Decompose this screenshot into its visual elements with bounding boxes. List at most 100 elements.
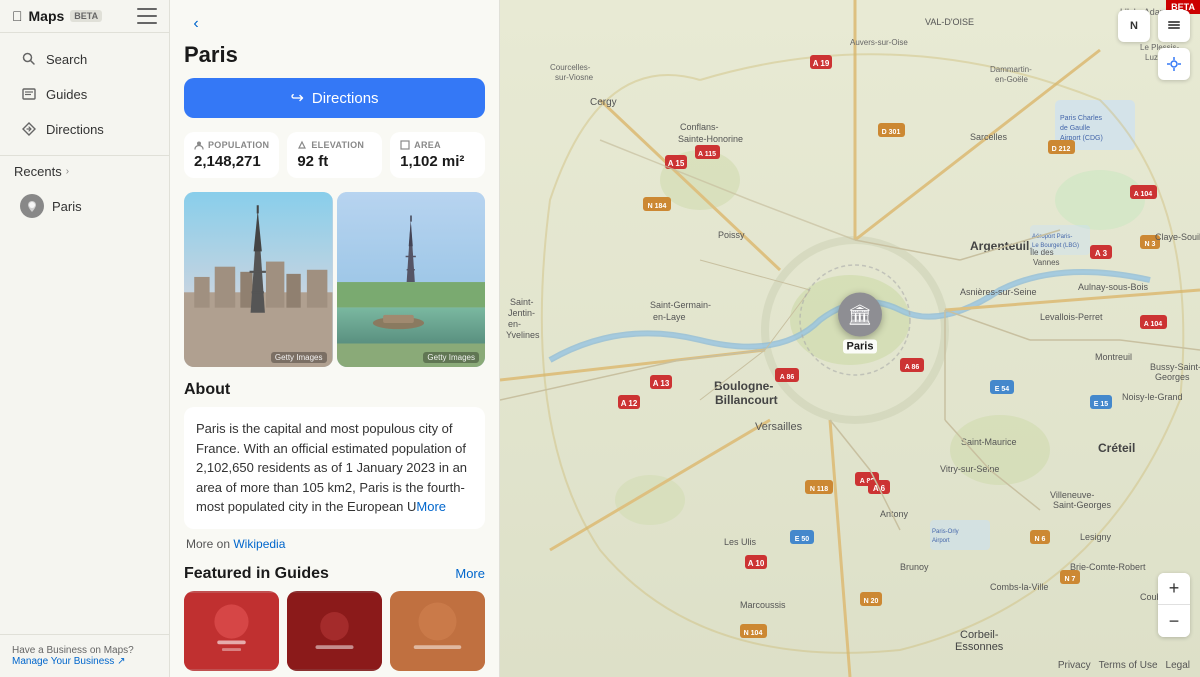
recents-section[interactable]: Recents ›: [0, 156, 169, 187]
about-title: About: [184, 381, 485, 399]
svg-text:N 118: N 118: [810, 486, 828, 493]
map-zoom-controls: + −: [1158, 573, 1190, 637]
svg-text:Jentin-: Jentin-: [508, 308, 535, 318]
recent-place-icon: [20, 194, 44, 218]
about-more-link[interactable]: More: [416, 499, 446, 514]
map-controls: [1158, 10, 1190, 80]
wikipedia-link[interactable]: Wikipedia: [233, 537, 285, 551]
recents-chevron-icon: ›: [66, 166, 69, 177]
svg-text:Courcelles-: Courcelles-: [550, 63, 591, 72]
svg-text:A 86: A 86: [780, 374, 795, 381]
directions-icon: [20, 120, 38, 138]
svg-text:Vannes: Vannes: [1033, 258, 1060, 267]
search-label: Search: [46, 52, 87, 67]
sidebar-item-directions[interactable]: Directions: [6, 112, 163, 146]
svg-text:Asnières-sur-Seine: Asnières-sur-Seine: [960, 287, 1037, 297]
svg-text:Créteil: Créteil: [1098, 441, 1135, 455]
svg-text:Levallois-Perret: Levallois-Perret: [1040, 312, 1103, 322]
svg-text:Billancourt: Billancourt: [715, 393, 778, 407]
svg-text:Marcoussis: Marcoussis: [740, 600, 786, 610]
guides-label: Guides: [46, 87, 87, 102]
map-location-button[interactable]: [1158, 48, 1190, 80]
svg-text:Cergy: Cergy: [590, 97, 617, 108]
photo-2-credit: Getty Images: [423, 352, 479, 363]
business-prompt: Have a Business on Maps?: [12, 645, 157, 656]
elevation-value: 92 ft: [297, 153, 372, 170]
back-icon: ‹: [193, 15, 198, 33]
photo-item-1[interactable]: Getty Images: [184, 192, 333, 367]
sidebar-toggle-button[interactable]: [137, 8, 157, 24]
marker-label: Paris: [843, 340, 878, 354]
privacy-link[interactable]: Privacy: [1058, 660, 1091, 671]
featured-section: Featured in Guides More: [170, 565, 499, 677]
svg-text:Noisy-le-Grand: Noisy-le-Grand: [1122, 392, 1183, 402]
recent-place-label: Paris: [52, 199, 82, 214]
apple-logo-icon: : [12, 8, 23, 24]
svg-text:en-: en-: [508, 319, 521, 329]
zoom-out-button[interactable]: −: [1158, 605, 1190, 637]
recent-item-paris[interactable]: Paris: [6, 188, 163, 224]
beta-badge: BETA: [70, 10, 102, 22]
population-value: 2,148,271: [194, 153, 269, 170]
svg-text:Île des: Île des: [1029, 248, 1054, 257]
terms-link[interactable]: Terms of Use: [1099, 660, 1158, 671]
svg-text:D 301: D 301: [882, 129, 901, 136]
zoom-in-button[interactable]: +: [1158, 573, 1190, 605]
guide-card-3[interactable]: [390, 591, 485, 671]
population-label: POPULATION: [194, 140, 269, 150]
manage-business-link[interactable]: Manage Your Business ↗: [12, 656, 125, 667]
wikipedia-section: More on Wikipedia: [184, 537, 485, 551]
svg-text:E 15: E 15: [1094, 401, 1109, 408]
svg-text:Essonnes: Essonnes: [955, 641, 1004, 653]
svg-text:Les Ulis: Les Ulis: [724, 537, 757, 547]
svg-text:de Gaulle: de Gaulle: [1060, 125, 1090, 132]
svg-text:sur-Viosne: sur-Viosne: [555, 73, 594, 82]
svg-text:Sainte-Honorine: Sainte-Honorine: [678, 134, 743, 144]
svg-text:Paris Charles: Paris Charles: [1060, 115, 1103, 122]
legal-link[interactable]: Legal: [1166, 660, 1190, 671]
paris-map-marker[interactable]: 🏛 Paris: [838, 293, 882, 354]
svg-text:A 115: A 115: [698, 151, 716, 158]
svg-text:A 86: A 86: [905, 364, 920, 371]
svg-text:Airport: Airport: [932, 538, 950, 544]
north-label: N: [1130, 20, 1138, 32]
directions-label: Directions: [46, 122, 104, 137]
svg-text:en-Goële: en-Goële: [995, 75, 1028, 84]
guide-cards: [184, 591, 485, 671]
photo-item-2[interactable]: Getty Images: [337, 192, 486, 367]
map-layers-button[interactable]: [1158, 10, 1190, 42]
svg-text:Poissy: Poissy: [718, 230, 745, 240]
guide-card-2[interactable]: [287, 591, 382, 671]
directions-btn-icon: ↪: [290, 88, 303, 108]
svg-text:en-Laye: en-Laye: [653, 312, 686, 322]
recents-label: Recents: [14, 164, 62, 179]
svg-text:Sarcelles: Sarcelles: [970, 132, 1008, 142]
north-indicator[interactable]: N: [1118, 10, 1150, 42]
guide-card-1[interactable]: [184, 591, 279, 671]
svg-text:N 104: N 104: [744, 630, 763, 637]
svg-text:Claye-Souilly: Claye-Souilly: [1155, 232, 1200, 242]
sidebar-item-guides[interactable]: Guides: [6, 77, 163, 111]
area-stat: AREA 1,102 mi²: [390, 132, 485, 178]
svg-text:N 7: N 7: [1065, 576, 1076, 583]
svg-text:A 104: A 104: [1134, 191, 1153, 198]
area-value: 1,102 mi²: [400, 153, 475, 170]
population-stat: POPULATION 2,148,271: [184, 132, 279, 178]
svg-text:A 19: A 19: [813, 59, 830, 68]
back-button[interactable]: ‹: [184, 12, 208, 36]
svg-text:N 184: N 184: [648, 203, 667, 210]
featured-more-link[interactable]: More: [455, 566, 485, 581]
sidebar-item-search[interactable]: Search: [6, 42, 163, 76]
svg-text:Aulnay-sous-Bois: Aulnay-sous-Bois: [1078, 282, 1149, 292]
svg-text:Combs-la-Ville: Combs-la-Ville: [990, 582, 1048, 592]
sidebar-nav: Search Guides Directions: [0, 33, 169, 156]
featured-title: Featured in Guides: [184, 565, 329, 583]
map-container[interactable]: BETA Paris Charles de Gaulle Airport (CD…: [500, 0, 1200, 677]
svg-text:Vitry-sur-Seine: Vitry-sur-Seine: [940, 464, 999, 474]
svg-text:Villeneuve-: Villeneuve-: [1050, 490, 1094, 500]
sidebar-footer: Have a Business on Maps? Manage Your Bus…: [0, 634, 169, 677]
place-title: Paris: [170, 42, 499, 78]
svg-text:Georges: Georges: [1155, 372, 1190, 382]
directions-button[interactable]: ↪ Directions: [184, 78, 485, 118]
area-label: AREA: [400, 140, 475, 150]
